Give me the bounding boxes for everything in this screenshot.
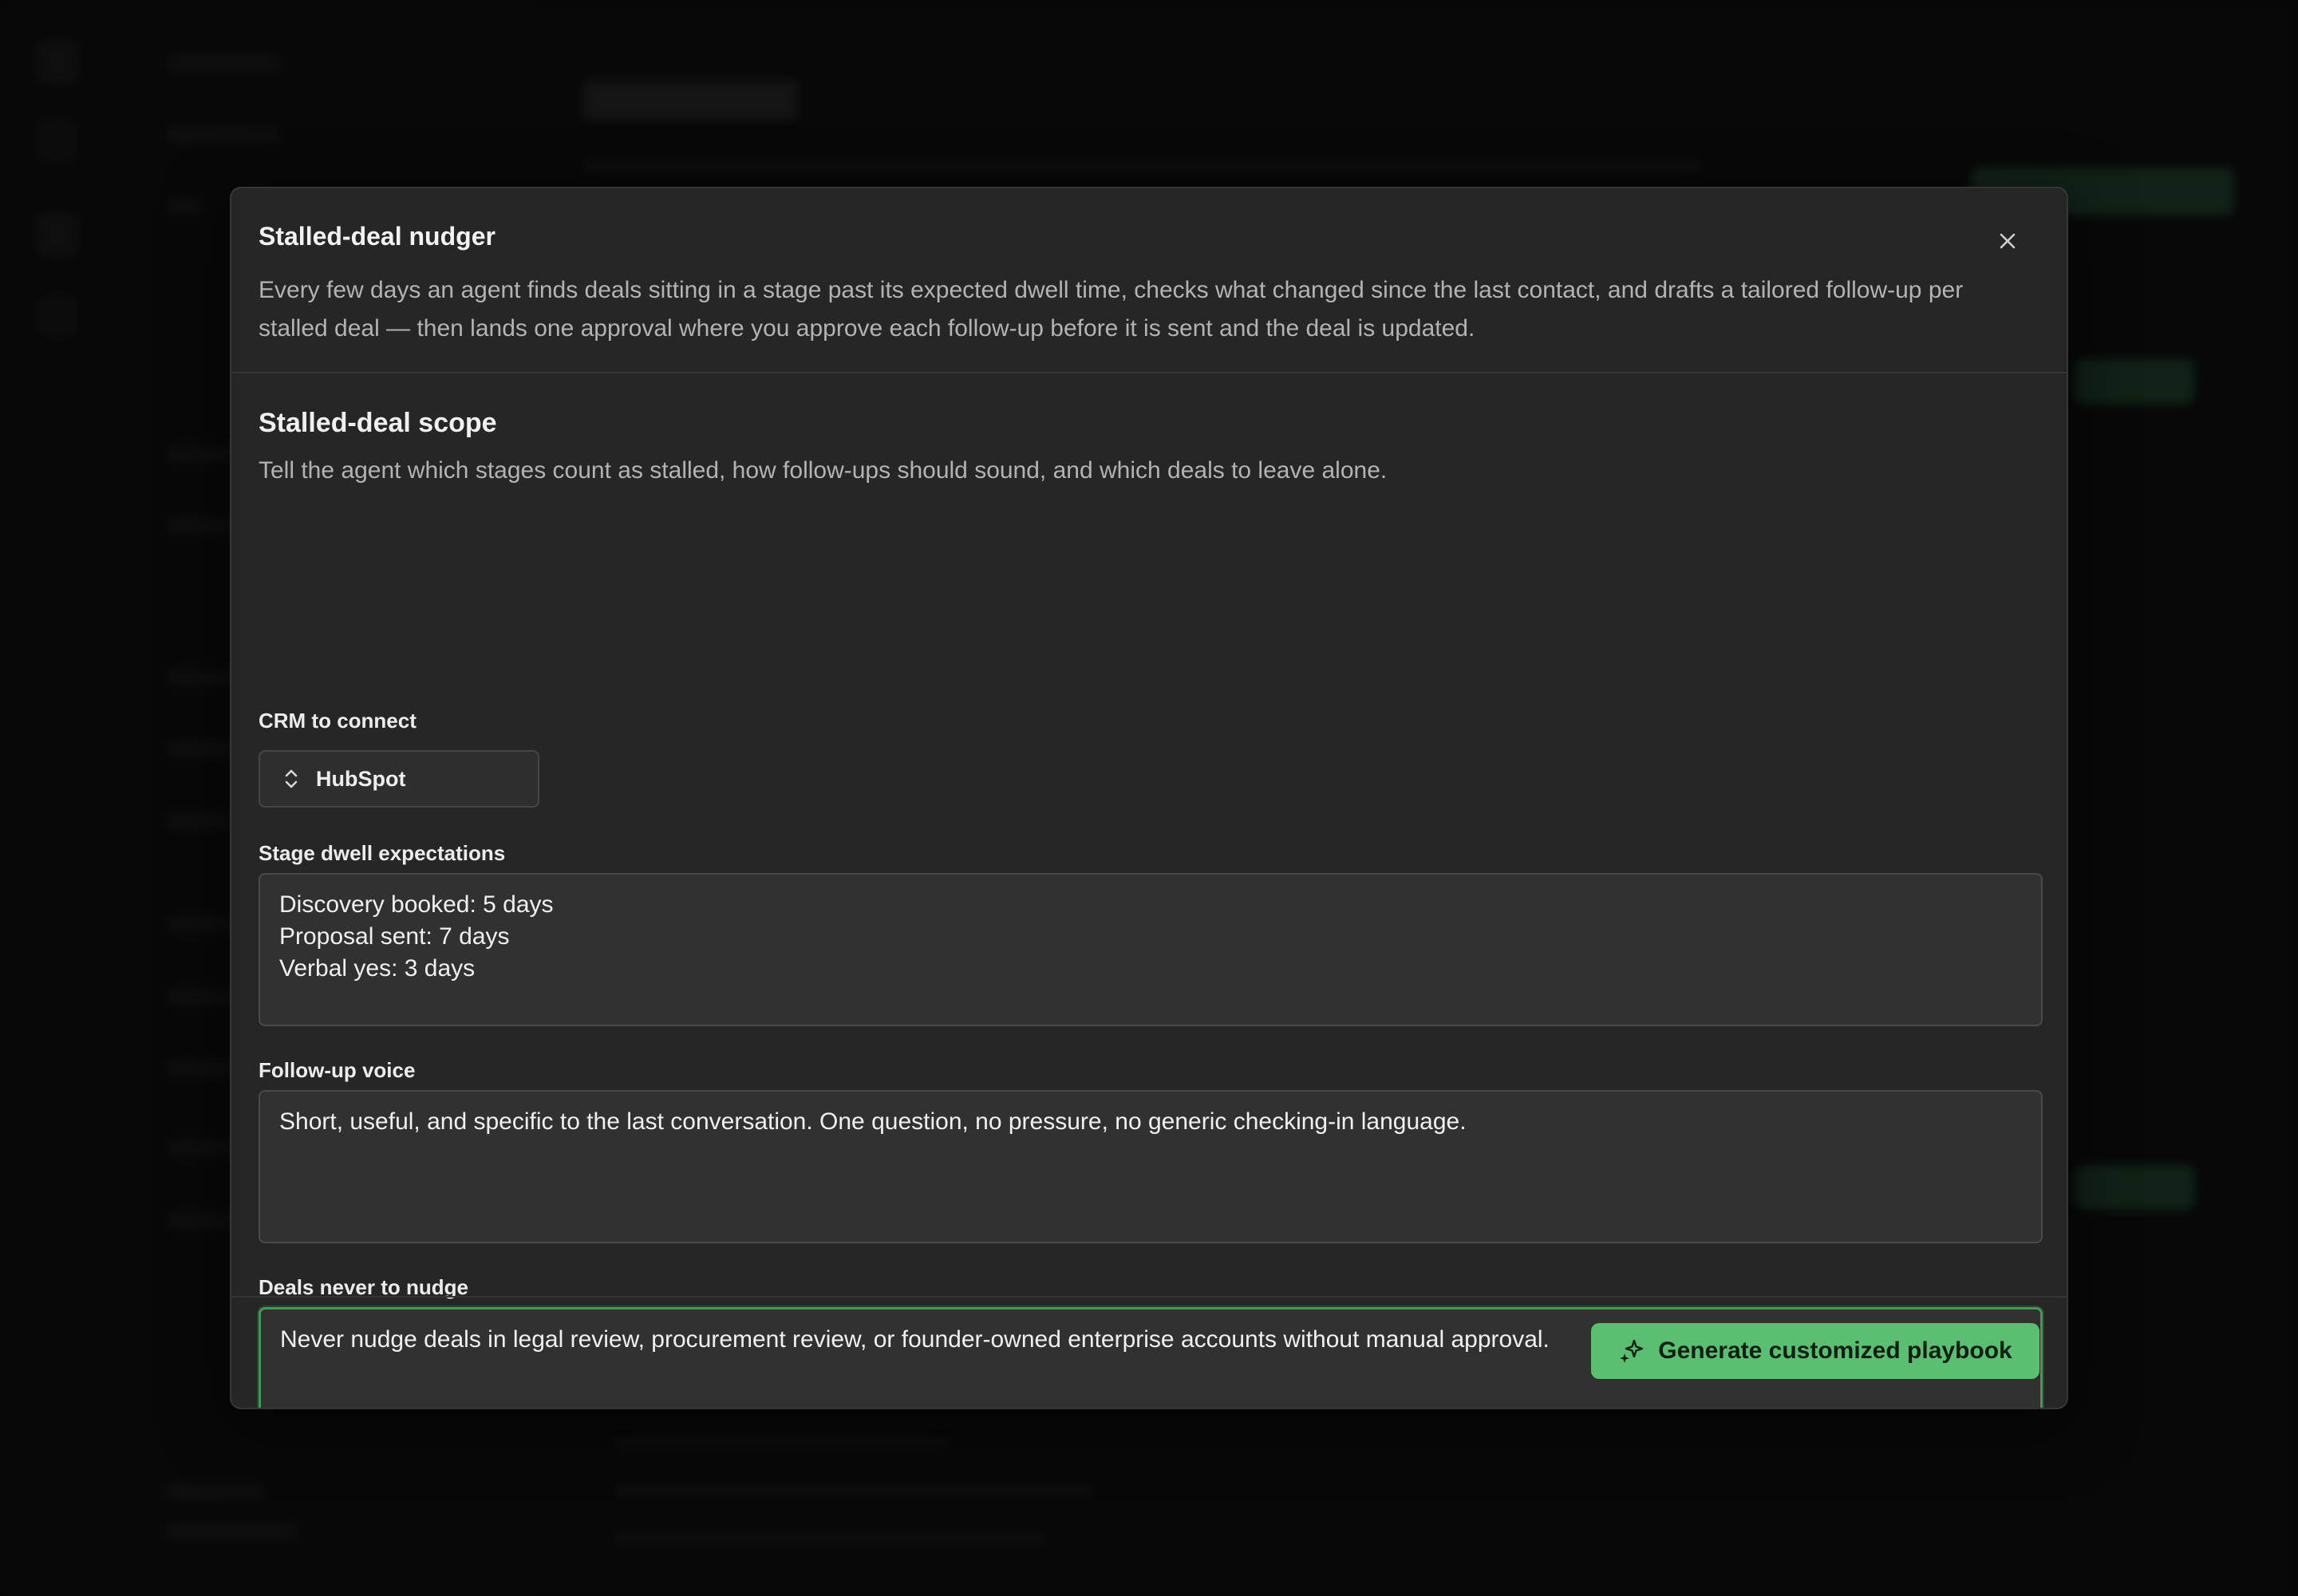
playbook-modal: Stalled-deal nudger Every few days an ag… — [230, 187, 2068, 1409]
crm-select[interactable]: HubSpot — [259, 750, 539, 808]
close-button[interactable] — [1990, 223, 2025, 259]
modal-description: Every few days an agent finds deals sitt… — [259, 276, 1964, 342]
stage-dwell-label: Stage dwell expectations — [259, 841, 506, 865]
section-title: Stalled-deal scope — [259, 408, 497, 438]
generate-playbook-label: Generate customized playbook — [1658, 1337, 2012, 1364]
modal-footer: Generate customized playbook — [231, 1296, 2067, 1408]
close-icon — [2000, 233, 2016, 249]
crm-select-value: HubSpot — [316, 766, 406, 791]
section-description: Tell the agent which stages count as sta… — [259, 457, 1388, 484]
follow-up-voice-label: Follow-up voice — [259, 1058, 416, 1082]
follow-up-voice-textarea[interactable]: Short, useful, and specific to the last … — [259, 1090, 2043, 1243]
crm-label: CRM to connect — [259, 709, 417, 733]
modal-title: Stalled-deal nudger — [259, 222, 496, 251]
modal-body: Stalled-deal scope Tell the agent which … — [259, 373, 2043, 1408]
sparkle-icon — [1620, 1339, 1644, 1363]
chevron-up-down-icon — [285, 769, 298, 788]
generate-playbook-button[interactable]: Generate customized playbook — [1591, 1323, 2039, 1379]
stage-dwell-textarea[interactable]: Discovery booked: 5 days Proposal sent: … — [259, 873, 2043, 1026]
modal-header: Stalled-deal nudger Every few days an ag… — [231, 188, 2067, 373]
